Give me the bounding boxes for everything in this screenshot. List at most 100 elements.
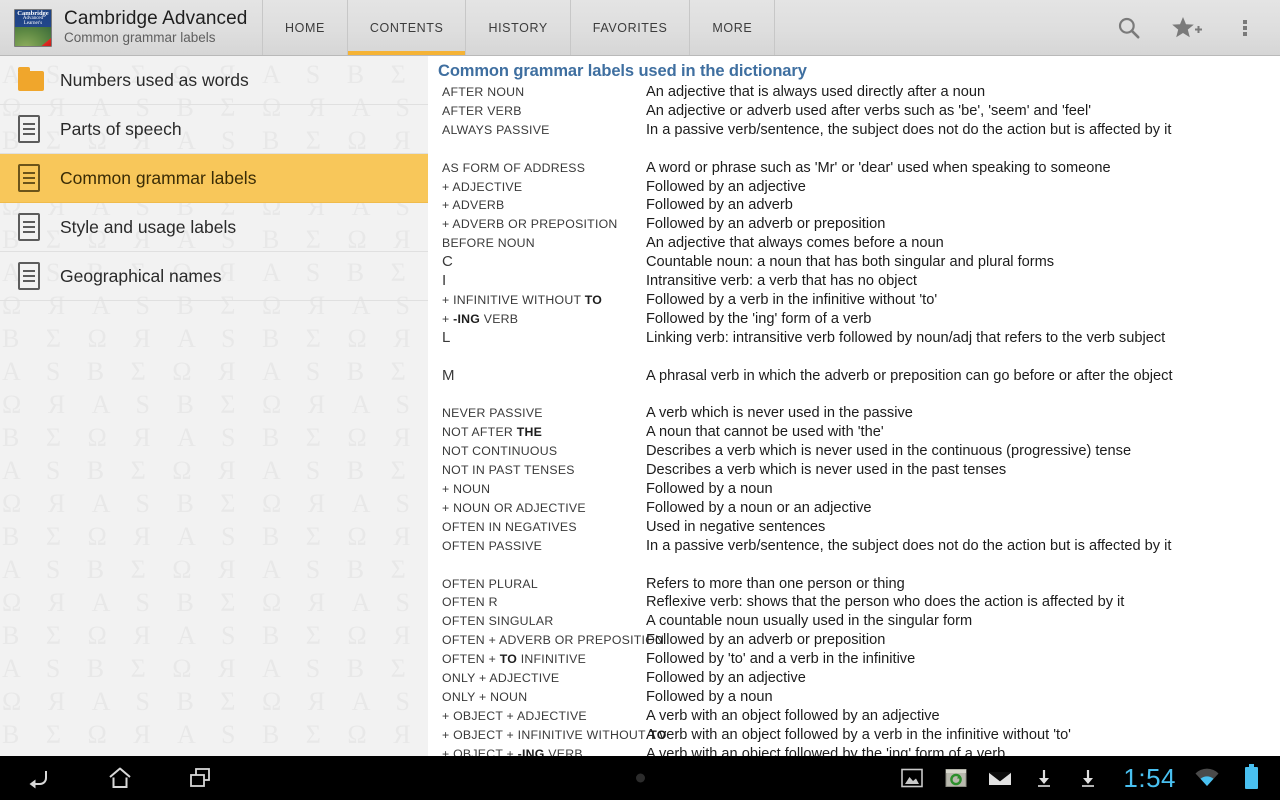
- grammar-description: An adjective that always comes before a …: [646, 235, 944, 252]
- add-favorite-star-icon: [1172, 16, 1202, 37]
- grammar-label: + INFINITIVE WITHOUT TO: [442, 292, 603, 307]
- recent-apps-button[interactable]: [160, 756, 240, 800]
- back-button[interactable]: [0, 756, 80, 800]
- grammar-description: Reflexive verb: shows that the person wh…: [646, 594, 1125, 611]
- app-bar: Cambridge Advanced Learner's audio Cambr…: [0, 0, 1280, 56]
- grammar-label: OFTEN R: [442, 595, 498, 610]
- table-row: C Countable noun: a noun that has both si…: [434, 253, 1280, 272]
- table-row: AS FORM OF ADDRESS A word or phrase such …: [434, 159, 1280, 178]
- tab-contents[interactable]: CONTENTS: [346, 0, 466, 55]
- table-row: NOT AFTER THE A noun that cannot be used …: [434, 423, 1280, 442]
- overflow-menu-button[interactable]: [1216, 0, 1274, 56]
- grammar-label: OFTEN SINGULAR: [442, 614, 554, 629]
- table-row: + ADJECTIVE Followed by an adjective: [434, 178, 1280, 197]
- grammar-description: A verb which is never used in the passiv…: [646, 405, 913, 422]
- grammar-description: Refers to more than one person or thing: [646, 575, 905, 592]
- grammar-description: Followed by an adjective: [646, 178, 806, 195]
- contents-sidebar[interactable]: A S B Σ Ω Я A S B Σ Ω Я A S B Σ Ω Я A S …: [0, 56, 428, 756]
- sidebar-item-geographical-names[interactable]: Geographical names: [0, 252, 428, 301]
- gallery-image-icon-glyph: [901, 768, 924, 788]
- tab-more[interactable]: MORE: [689, 0, 776, 55]
- email-icon[interactable]: [981, 756, 1019, 800]
- grammar-label: NOT IN PAST TENSES: [442, 463, 575, 478]
- grammar-description: Followed by an adverb or preposition: [646, 632, 886, 649]
- gallery-image-icon[interactable]: [893, 756, 931, 800]
- download-icon[interactable]: [1025, 756, 1063, 800]
- sidebar-item-numbers-used-as-words[interactable]: Numbers used as words: [0, 56, 428, 105]
- grammar-label: + NOUN: [442, 481, 491, 496]
- grammar-description: A countable noun usually used in the sin…: [646, 613, 973, 630]
- tab-more-label: MORE: [712, 20, 753, 35]
- grammar-description: Followed by an adverb: [646, 197, 793, 214]
- grammar-label: + NOUN OR ADJECTIVE: [442, 500, 586, 515]
- sidebar-list: Numbers used as words Parts of speech Co…: [0, 56, 428, 301]
- grammar-label: BEFORE NOUN: [442, 236, 535, 251]
- sidebar-item-style-and-usage-labels[interactable]: Style and usage labels: [0, 203, 428, 252]
- android-system-bar: 1:54: [0, 756, 1280, 800]
- grammar-label: I: [442, 272, 447, 290]
- grammar-description: Followed by a verb in the infinitive wit…: [646, 291, 938, 308]
- sidebar-item-common-grammar-labels[interactable]: Common grammar labels: [0, 154, 428, 203]
- main-tabs: HOME CONTENTS HISTORY FAVORITES MORE: [262, 0, 776, 55]
- document-icon: [18, 212, 44, 242]
- app-brand: Cambridge Advanced Learner's audio Cambr…: [0, 0, 262, 55]
- sidebar-item-label: Numbers used as words: [60, 69, 249, 90]
- table-row: I Intransitive verb: a verb that has no o…: [434, 272, 1280, 291]
- grammar-description: A verb with an object followed by a verb…: [646, 726, 1071, 743]
- sidebar-item-label: Geographical names: [60, 265, 222, 286]
- tab-favorites[interactable]: FAVORITES: [569, 0, 690, 55]
- table-row: + NOUN Followed by a noun: [434, 480, 1280, 499]
- sidebar-item-parts-of-speech[interactable]: Parts of speech: [0, 105, 428, 154]
- table-row: OFTEN + ADVERB OR PREPOSITION Followed by…: [434, 631, 1280, 650]
- download-icon[interactable]: [1069, 756, 1107, 800]
- status-icons: 1:54: [893, 756, 1280, 800]
- grammar-label: ALWAYS PASSIVE: [442, 122, 550, 137]
- table-row: OFTEN IN NEGATIVES Used in negative sente…: [434, 518, 1280, 537]
- back-icon: [29, 771, 47, 789]
- app-subtitle: Common grammar labels: [64, 30, 216, 46]
- grammar-label: ONLY + NOUN: [442, 689, 528, 704]
- document-icon: [18, 261, 44, 291]
- sidebar-item-label: Common grammar labels: [60, 167, 257, 188]
- cambridge-dictionary-book-icon: Cambridge Advanced Learner's audio: [14, 8, 52, 47]
- tab-history-label: HISTORY: [488, 20, 548, 35]
- grammar-label: OFTEN + ADVERB OR PREPOSITION: [442, 633, 665, 648]
- notification-dot: [636, 773, 645, 783]
- grammar-label: + OBJECT + -ING VERB: [442, 746, 583, 756]
- grammar-label: C: [442, 253, 453, 271]
- tab-history[interactable]: HISTORY: [465, 0, 569, 55]
- grammar-label: NEVER PASSIVE: [442, 406, 543, 421]
- grammar-description: Linking verb: intransitive verb followed…: [646, 329, 1166, 346]
- add-favorite-button[interactable]: [1158, 0, 1216, 56]
- grammar-label: NOT AFTER THE: [442, 425, 543, 440]
- home-button[interactable]: [80, 756, 160, 800]
- grammar-description: Followed by a noun or an adjective: [646, 499, 872, 516]
- grammar-description: Used in negative sentences: [646, 518, 826, 535]
- grammar-label: + ADVERB: [442, 198, 505, 213]
- grammar-label: OFTEN PASSIVE: [442, 538, 543, 553]
- grammar-description: An adjective that is always used directl…: [646, 84, 986, 100]
- status-clock[interactable]: 1:54: [1113, 763, 1182, 794]
- tab-home[interactable]: HOME: [262, 0, 347, 55]
- document-icon: [18, 114, 44, 144]
- book-icon-line1: Cambridge: [17, 9, 49, 17]
- search-button[interactable]: [1100, 0, 1158, 56]
- table-row: + OBJECT + ADJECTIVE A verb with an objec…: [434, 707, 1280, 726]
- screenshot-app-icon[interactable]: [937, 756, 975, 800]
- battery-icon[interactable]: [1232, 756, 1270, 800]
- table-row: + ADVERB Followed by an adverb: [434, 196, 1280, 215]
- table-row: OFTEN R Reflexive verb: shows that the pe…: [434, 593, 1280, 612]
- table-row: AFTER NOUN An adjective that is always us…: [434, 83, 1280, 102]
- wifi-icon[interactable]: [1188, 756, 1226, 800]
- grammar-label: OFTEN PLURAL: [442, 576, 538, 591]
- grammar-description: A phrasal verb in which the adverb or pr…: [646, 367, 1173, 384]
- content-panel[interactable]: Common grammar labels used in the dictio…: [428, 56, 1280, 756]
- grammar-label: L: [442, 328, 451, 346]
- grammar-description: Followed by the 'ing' form of a verb: [646, 310, 872, 327]
- grammar-description: Describes a verb which is never used in …: [646, 462, 1007, 479]
- table-row: BEFORE NOUN An adjective that always come…: [434, 234, 1280, 253]
- table-row: NOT CONTINUOUS Describes a verb which is …: [434, 442, 1280, 461]
- grammar-label: + OBJECT + ADJECTIVE: [442, 708, 587, 723]
- table-row: + OBJECT + -ING VERB A verb with an objec…: [434, 745, 1280, 756]
- grammar-description: Describes a verb which is never used in …: [646, 443, 1132, 460]
